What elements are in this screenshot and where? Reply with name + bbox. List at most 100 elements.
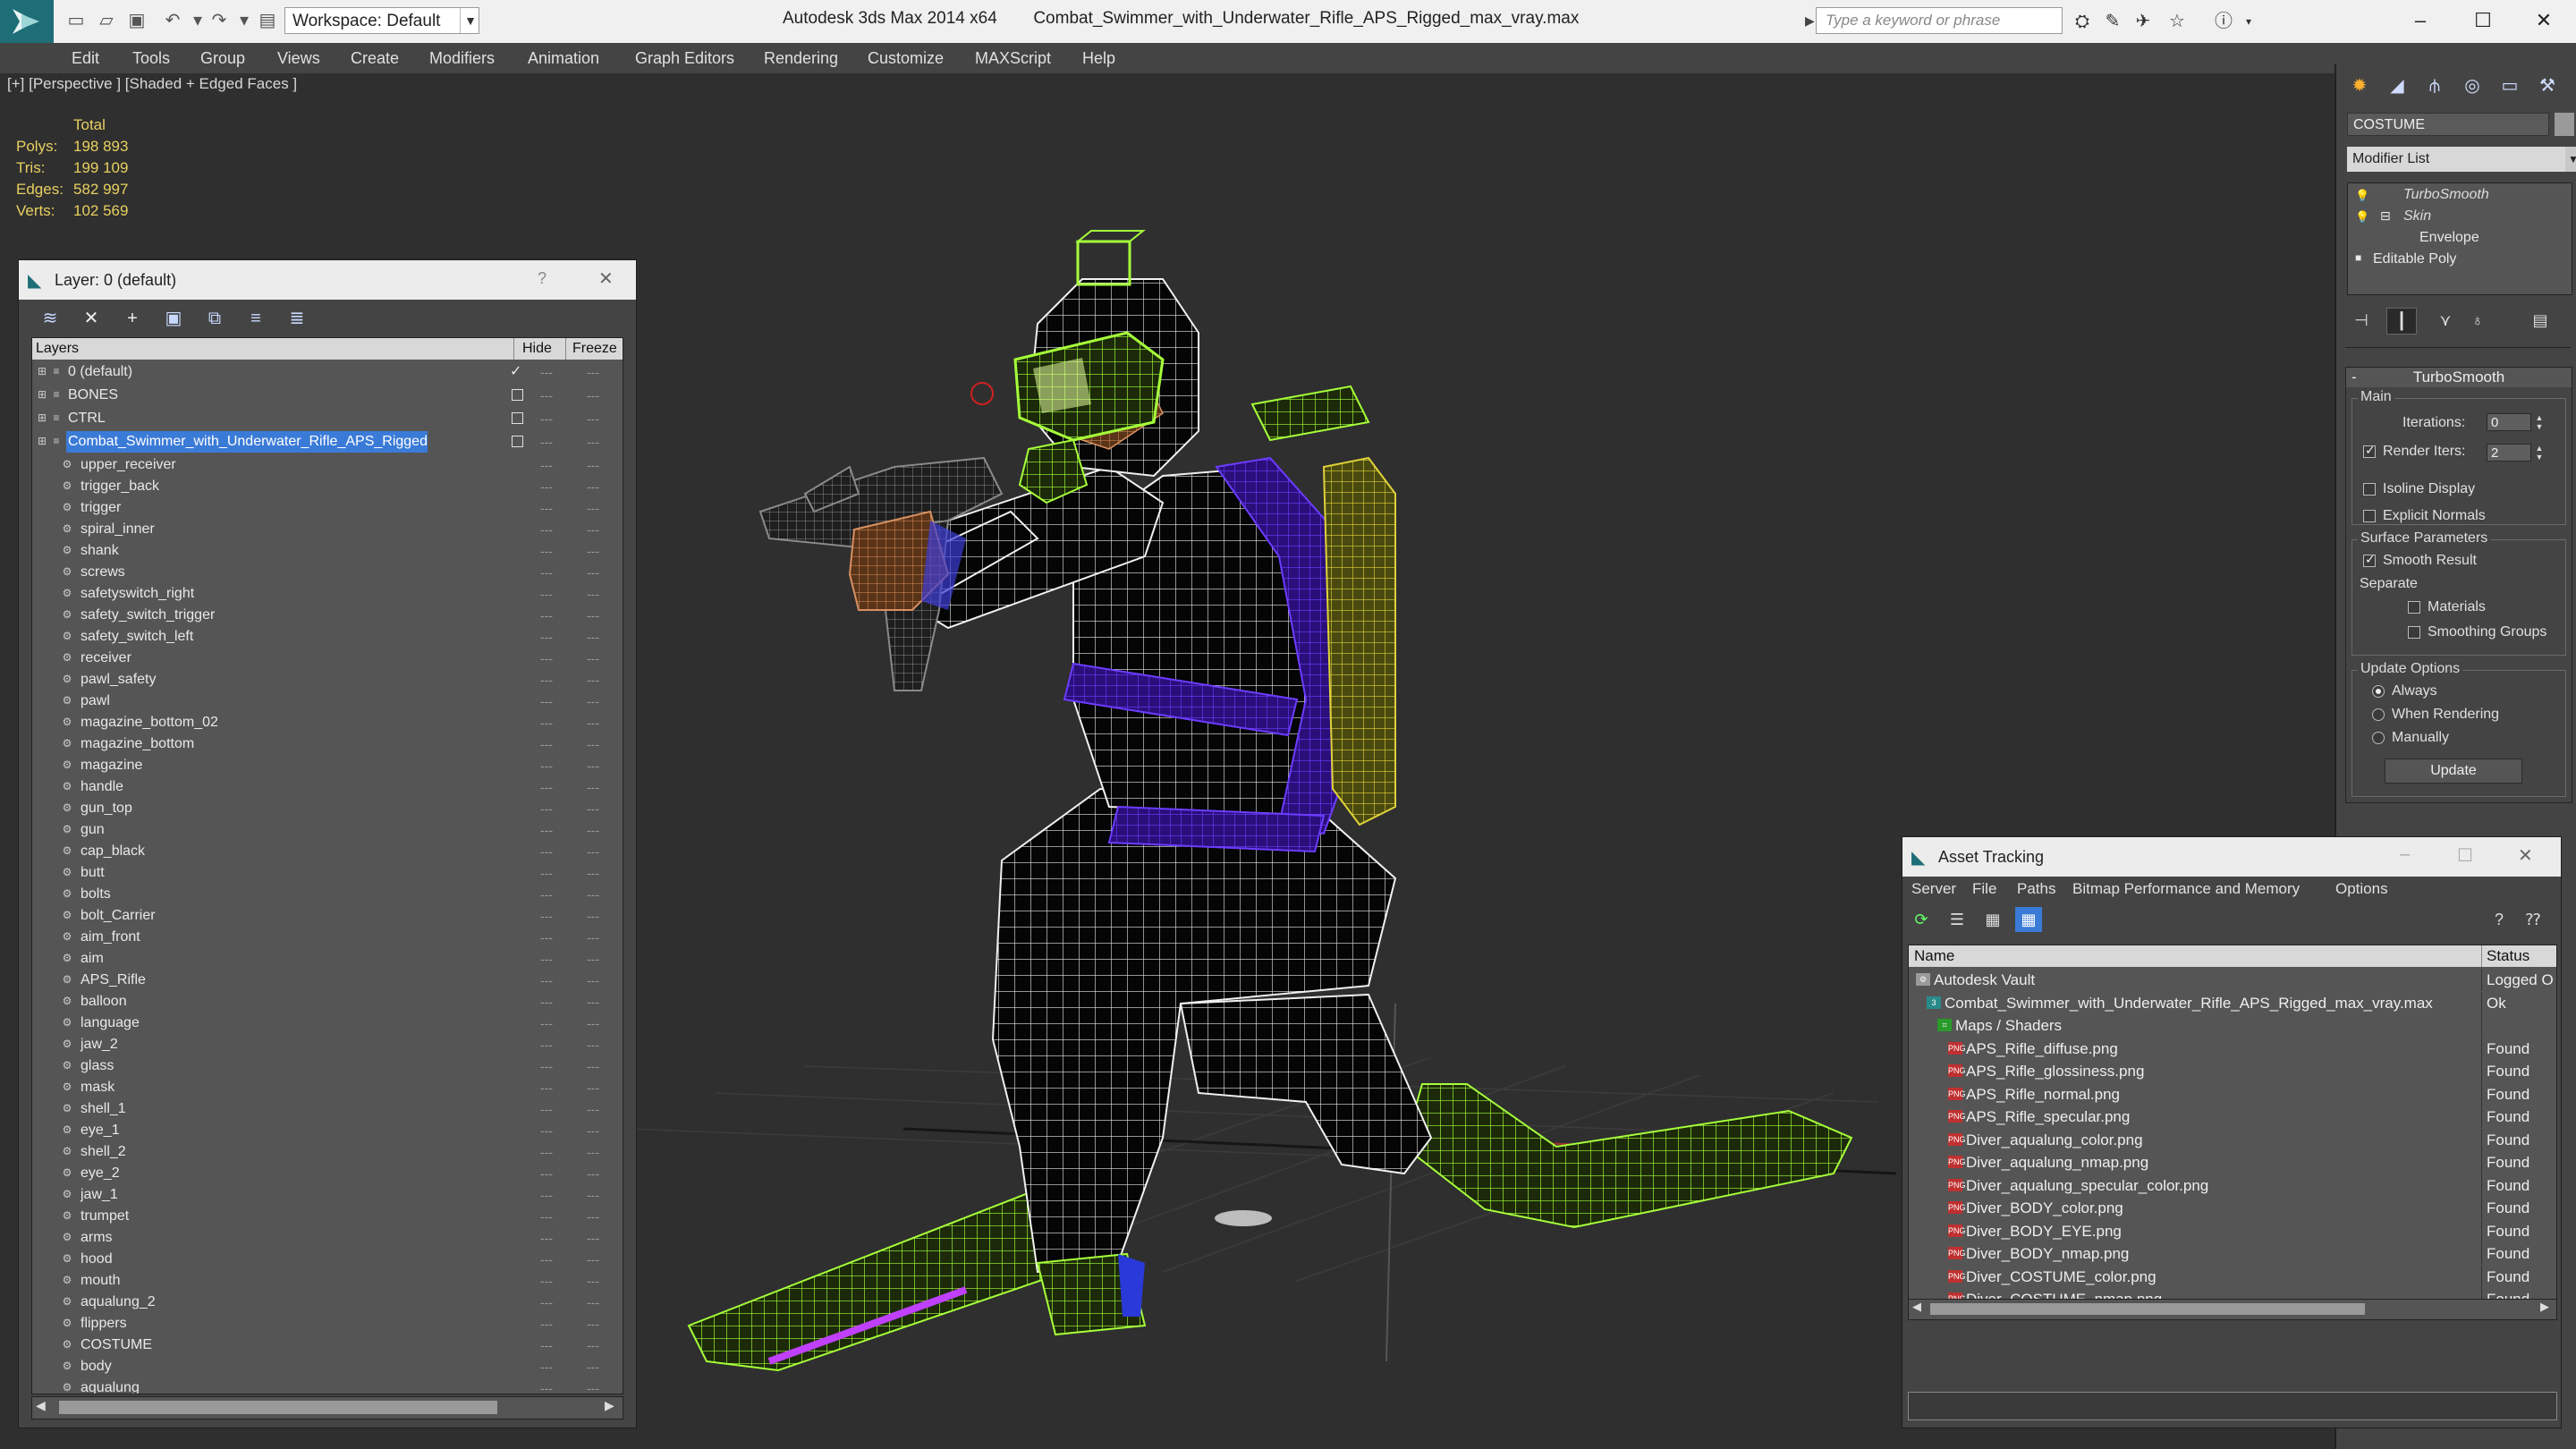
object-row[interactable]: ⚙ trigger_back --- --- — [32, 476, 623, 497]
delete-layer-icon[interactable]: ✕ — [76, 305, 106, 332]
spinner-arrows-icon[interactable]: ▲ ▼ — [2533, 413, 2546, 431]
column-hide[interactable]: Hide — [522, 341, 552, 357]
menu-graph-editors[interactable]: Graph Editors — [635, 43, 734, 73]
hide-toggle[interactable]: --- — [533, 1335, 560, 1356]
freeze-toggle[interactable]: --- — [578, 1141, 608, 1163]
hide-toggle[interactable]: --- — [533, 669, 560, 691]
freeze-toggle[interactable]: --- — [578, 733, 608, 755]
object-row[interactable]: ⚙ aqualung --- --- — [32, 1377, 623, 1394]
layer-name[interactable]: 0 (default) — [66, 361, 132, 383]
object-row[interactable]: ⚙ spiral_inner --- --- — [32, 519, 623, 540]
chevron-down-icon[interactable]: ▼ — [460, 8, 480, 33]
horizontal-scrollbar[interactable]: ◀ ▶ — [1908, 1299, 2557, 1320]
object-name[interactable]: flippers — [79, 1313, 127, 1335]
list-view-icon[interactable]: ☰ — [1944, 907, 1970, 932]
current-layer-check-icon[interactable]: ✓ — [510, 361, 521, 383]
object-row[interactable]: ⚙ safetyswitch_right --- --- — [32, 583, 623, 605]
menu-animation[interactable]: Animation — [528, 43, 599, 73]
expand-icon[interactable]: ⊞ — [36, 435, 48, 447]
freeze-toggle[interactable]: --- — [578, 905, 608, 927]
layer-name[interactable]: CTRL — [66, 408, 106, 429]
object-row[interactable]: ⚙ jaw_1 --- --- — [32, 1184, 623, 1206]
object-row[interactable]: ⚙ screws --- --- — [32, 562, 623, 583]
object-row[interactable]: ⚙ bolts --- --- — [32, 884, 623, 905]
object-name[interactable]: mouth — [79, 1270, 120, 1292]
hide-toggle[interactable]: --- — [533, 970, 560, 991]
object-name[interactable]: shank — [79, 540, 119, 562]
lightbulb-icon[interactable]: 💡 — [2355, 189, 2369, 203]
object-row[interactable]: ⚙ gun --- --- — [32, 819, 623, 841]
hide-all-layers-icon[interactable]: ≣ — [282, 305, 312, 332]
redo-dropdown-icon[interactable]: ▾ — [233, 9, 256, 32]
freeze-toggle[interactable]: --- — [578, 1077, 608, 1098]
binoculars-icon[interactable]: ⛭ — [2070, 9, 2095, 34]
asset-row[interactable]: PNG APS_Rifle_normal.png Found — [1909, 1082, 2556, 1106]
menu-group[interactable]: Group — [200, 43, 245, 73]
scroll-thumb[interactable] — [59, 1401, 497, 1414]
freeze-toggle[interactable]: --- — [578, 540, 608, 562]
object-name[interactable]: cap_black — [79, 841, 145, 862]
select-objects-icon[interactable]: ⧉ — [199, 305, 230, 332]
asset-row[interactable]: PNG APS_Rifle_glossiness.png Found — [1909, 1060, 2556, 1082]
expand-icon[interactable]: ⊞ — [36, 411, 48, 424]
object-row[interactable]: ⚙ glass --- --- — [32, 1055, 623, 1077]
freeze-toggle[interactable]: --- — [578, 361, 608, 383]
object-name[interactable]: balloon — [79, 991, 127, 1013]
hide-toggle[interactable]: --- — [533, 431, 560, 453]
object-row[interactable]: ⚙ arms --- --- — [32, 1227, 623, 1249]
object-row[interactable]: ⚙ shell_1 --- --- — [32, 1098, 623, 1120]
stack-item-editable-poly[interactable]: Editable Poly — [2373, 251, 2456, 267]
freeze-toggle[interactable]: --- — [578, 583, 608, 605]
help-icon[interactable]: ? — [538, 269, 547, 288]
object-name[interactable]: magazine — [79, 755, 142, 776]
object-row[interactable]: ⚙ flippers --- --- — [32, 1313, 623, 1335]
freeze-toggle[interactable]: --- — [578, 884, 608, 905]
freeze-toggle[interactable]: --- — [578, 1313, 608, 1335]
freeze-toggle[interactable]: --- — [578, 476, 608, 497]
explicit-normals-checkbox[interactable] — [2363, 510, 2376, 522]
object-name[interactable]: aim_front — [79, 927, 140, 948]
object-name[interactable]: eye_1 — [79, 1120, 120, 1141]
current-layer-checkbox[interactable] — [512, 436, 523, 447]
smooth-result-checkbox[interactable] — [2363, 552, 2376, 567]
hide-toggle[interactable]: --- — [533, 1034, 560, 1055]
freeze-toggle[interactable]: --- — [578, 1270, 608, 1292]
close-icon[interactable]: ✕ — [598, 267, 614, 290]
when-rendering-radio[interactable] — [2372, 708, 2385, 721]
display-tab-icon[interactable]: ▭ — [2492, 72, 2528, 100]
help-icon[interactable]: ? — [2486, 907, 2512, 932]
hide-toggle[interactable]: --- — [533, 841, 560, 862]
object-row[interactable]: ⚙ balloon --- --- — [32, 991, 623, 1013]
hide-toggle[interactable]: --- — [533, 819, 560, 841]
help-icon[interactable]: ⓘ — [2211, 9, 2236, 34]
menu-views[interactable]: Views — [277, 43, 320, 73]
layer-window-titlebar[interactable]: ◣ Layer: 0 (default) ? ✕ — [19, 260, 636, 300]
configure-sets-icon[interactable]: ▤ — [2526, 308, 2555, 333]
object-row[interactable]: ⚙ pawl_safety --- --- — [32, 669, 623, 691]
freeze-toggle[interactable]: --- — [578, 841, 608, 862]
object-name[interactable]: aqualung — [79, 1377, 140, 1394]
object-row[interactable]: ⚙ bolt_Carrier --- --- — [32, 905, 623, 927]
object-row[interactable]: ⚙ aqualung_2 --- --- — [32, 1292, 623, 1313]
object-row[interactable]: ⚙ receiver --- --- — [32, 648, 623, 669]
object-row[interactable]: ⚙ pawl --- --- — [32, 691, 623, 712]
modifier-list-dropdown[interactable]: Modifier List — [2347, 147, 2565, 172]
expand-icon[interactable]: ⊞ — [36, 388, 48, 401]
object-name[interactable]: pawl — [79, 691, 110, 712]
hide-toggle[interactable]: --- — [533, 1141, 560, 1163]
subscription-icon[interactable]: ✎ — [2100, 9, 2125, 34]
hide-toggle[interactable]: --- — [533, 361, 560, 383]
object-row[interactable]: ⚙ butt --- --- — [32, 862, 623, 884]
freeze-toggle[interactable]: --- — [578, 454, 608, 476]
scroll-left-icon[interactable]: ◀ — [36, 1398, 46, 1413]
freeze-toggle[interactable]: --- — [578, 1034, 608, 1055]
hide-toggle[interactable]: --- — [533, 1270, 560, 1292]
asset-row[interactable]: ⚙ Autodesk Vault Logged O — [1909, 969, 2556, 991]
viewport-label[interactable]: [+] [Perspective ] [Shaded + Edged Faces… — [7, 75, 297, 93]
asset-row[interactable]: PNG Diver_BODY_nmap.png Found — [1909, 1242, 2556, 1265]
menu-server[interactable]: Server — [1911, 880, 1956, 898]
manually-radio[interactable] — [2372, 732, 2385, 744]
freeze-toggle[interactable]: --- — [578, 927, 608, 948]
freeze-toggle[interactable]: --- — [578, 626, 608, 648]
hide-toggle[interactable]: --- — [533, 948, 560, 970]
